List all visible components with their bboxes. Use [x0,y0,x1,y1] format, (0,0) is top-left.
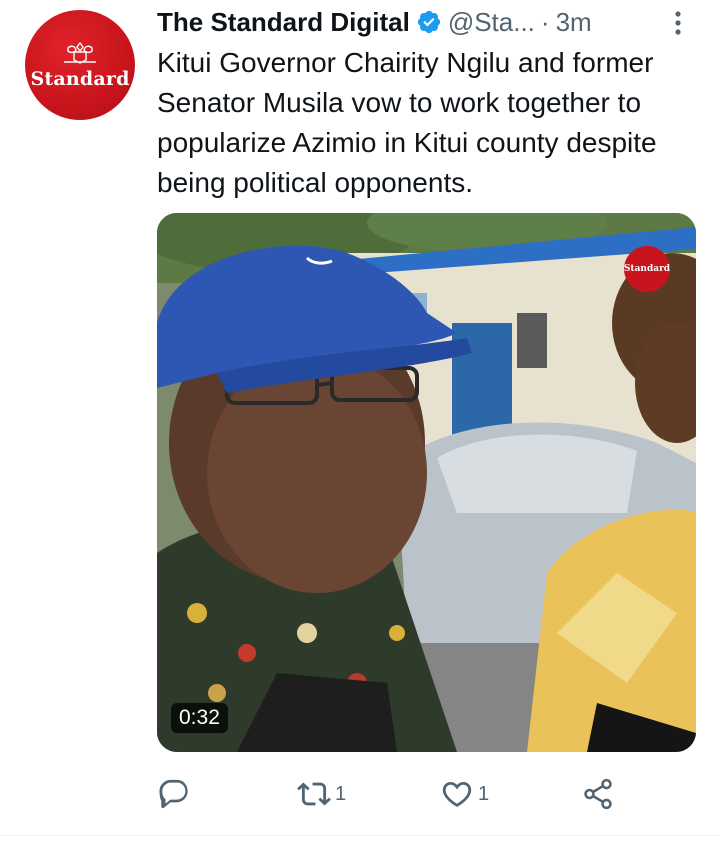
standard-watermark: Standard [624,246,670,292]
video-player[interactable]: Standard 0:32 [157,213,696,752]
heart-icon [442,781,472,807]
tweet-header: The Standard Digital @Sta... · 3m [157,4,697,40]
share-icon [584,778,612,810]
retweet-button[interactable]: 1 [297,772,346,816]
verified-badge-icon [417,10,440,34]
author-handle[interactable]: @Sta... [448,7,535,38]
like-button[interactable]: 1 [440,772,489,816]
like-count: 1 [478,782,490,805]
tweet[interactable]: Standard The Standard Digital @Sta... · … [0,0,720,843]
more-options-icon[interactable] [668,8,688,38]
reply-button[interactable] [157,772,195,816]
tweet-text: Kitui Governor Chairity Ngilu and former… [157,47,657,198]
header-separator: · [540,6,550,37]
avatar-logo-text: Standard [30,68,130,90]
retweet-icon [297,782,331,806]
reply-icon [159,779,188,809]
tweet-divider [0,835,720,836]
share-button[interactable] [581,772,619,816]
author-name[interactable]: The Standard Digital [157,7,410,38]
crest-logo-icon [64,41,96,64]
retweet-count: 1 [335,782,347,805]
watermark-text: Standard [623,264,671,274]
tweet-timestamp[interactable]: 3m [556,7,592,38]
video-thumbnail [157,213,696,752]
tweet-actions: 1 1 [157,772,697,816]
author-avatar[interactable]: Standard [25,10,135,120]
video-duration: 0:32 [171,703,228,733]
